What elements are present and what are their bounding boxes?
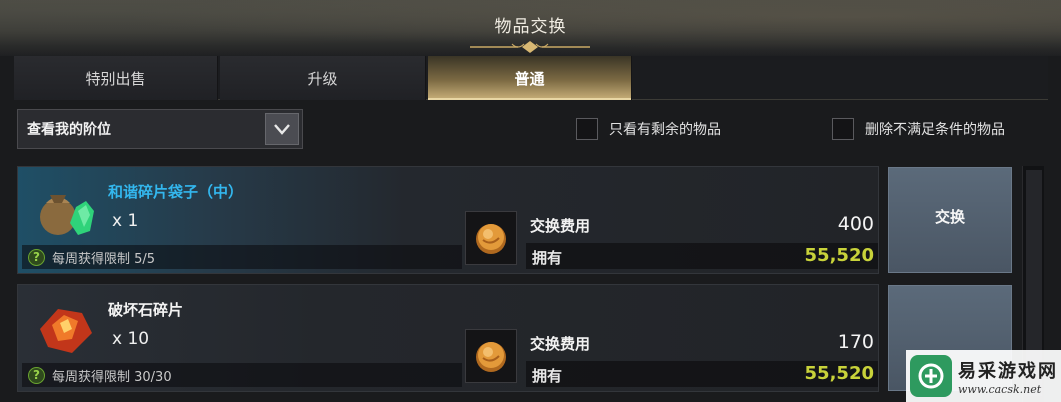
title-ornament-icon: [470, 41, 590, 53]
weekly-limit-text: 每周获得限制 5/5: [52, 251, 156, 267]
watermark-title: 易采游戏网: [958, 360, 1058, 382]
coin-icon: [476, 342, 506, 372]
tab-bar: 特别出售 升级 普通: [14, 56, 1048, 100]
watermark: 易采游戏网 www.cacsk.net: [906, 350, 1061, 402]
window-title: 物品交换: [494, 17, 567, 37]
owned-label: 拥有: [532, 367, 563, 385]
weekly-limit-text: 每周获得限制 30/30: [52, 369, 172, 385]
owned-value: 55,520: [804, 245, 874, 266]
weekly-limit: ? 每周获得限制 30/30: [22, 363, 462, 387]
list-item[interactable]: 破坏石碎片 x 10 ? 每周获得限制 30/30 交换费用 拥有 55,520…: [17, 284, 879, 392]
list-item[interactable]: 和谐碎片袋子（中） x 1 ? 每周获得限制 5/5 交换费用 拥有 55,52…: [17, 166, 879, 274]
checkbox-box[interactable]: [832, 118, 854, 140]
shard-pouch-icon: [40, 195, 94, 235]
chevron-down-icon[interactable]: [265, 113, 299, 145]
cost-value: 170: [837, 331, 874, 353]
help-icon[interactable]: ?: [28, 248, 45, 266]
checkbox-box[interactable]: [576, 118, 598, 140]
owned-value: 55,520: [804, 363, 874, 384]
tab-special-sale[interactable]: 特别出售: [14, 56, 218, 100]
remove-unmet-label: 删除不满足条件的物品: [865, 122, 1005, 138]
item-name: 破坏石碎片: [108, 301, 184, 319]
window-header: 物品交换: [0, 0, 1061, 56]
remove-unmet-checkbox[interactable]: 删除不满足条件的物品: [832, 118, 1005, 140]
rank-filter-value: 查看我的阶位: [27, 122, 111, 138]
item-quantity: x 10: [112, 329, 150, 349]
item-name: 和谐碎片袋子（中）: [108, 183, 244, 201]
help-icon[interactable]: ?: [28, 366, 45, 384]
item-quantity: x 1: [112, 211, 139, 231]
watermark-logo-icon: [910, 355, 952, 397]
owned-bar: 拥有 55,520: [526, 361, 878, 387]
only-remaining-checkbox[interactable]: 只看有剩余的物品: [576, 118, 721, 140]
currency-slot: [465, 211, 517, 265]
only-remaining-label: 只看有剩余的物品: [609, 122, 721, 138]
currency-slot: [465, 329, 517, 383]
weekly-limit: ? 每周获得限制 5/5: [22, 245, 462, 269]
destruction-stone-icon: [40, 309, 92, 353]
rank-filter-select[interactable]: 查看我的阶位: [17, 109, 303, 149]
tab-upgrade[interactable]: 升级: [220, 56, 426, 100]
tab-normal[interactable]: 普通: [428, 56, 632, 100]
owned-label: 拥有: [532, 249, 563, 267]
exchange-button[interactable]: 交换: [888, 167, 1012, 273]
cost-value: 400: [837, 213, 874, 235]
owned-bar: 拥有 55,520: [526, 243, 878, 269]
coin-icon: [476, 224, 506, 254]
watermark-url: www.cacsk.net: [958, 382, 1042, 396]
